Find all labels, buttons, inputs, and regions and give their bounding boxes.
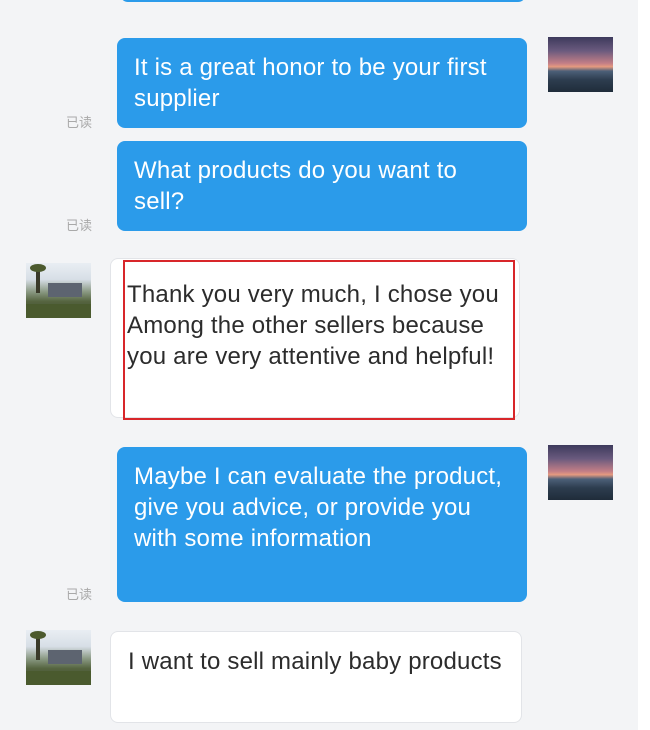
- highlight-annotation-box: [123, 260, 515, 420]
- chat-conversation[interactable]: It is a great honor to be your first sup…: [0, 0, 650, 730]
- self-avatar-icon[interactable]: [548, 37, 613, 92]
- read-status-label: 已读: [66, 115, 93, 130]
- ground-shape: [26, 671, 91, 685]
- self-avatar-icon[interactable]: [548, 445, 613, 500]
- scrollbar-track: [638, 0, 650, 730]
- message-bubble-outgoing[interactable]: Maybe I can evaluate the product, give y…: [117, 447, 527, 602]
- message-text: I want to sell mainly baby products: [128, 648, 502, 675]
- message-text: It is a great honor to be your first sup…: [134, 54, 487, 112]
- message-bubble-outgoing[interactable]: What products do you want to sell?: [117, 141, 527, 231]
- building-shape: [48, 283, 82, 297]
- tree-shape: [30, 631, 46, 660]
- previous-message-bubble[interactable]: [120, 0, 526, 2]
- read-status-label: 已读: [66, 587, 93, 602]
- read-status-label: 已读: [66, 218, 93, 233]
- tree-shape: [30, 264, 46, 293]
- building-shape: [48, 650, 82, 664]
- contact-avatar-icon[interactable]: [26, 630, 91, 685]
- message-text: What products do you want to sell?: [134, 157, 458, 215]
- ground-shape: [26, 304, 91, 318]
- contact-avatar-icon[interactable]: [26, 263, 91, 318]
- message-text: Maybe I can evaluate the product, give y…: [134, 463, 503, 552]
- message-bubble-outgoing[interactable]: It is a great honor to be your first sup…: [117, 38, 527, 128]
- message-bubble-incoming[interactable]: I want to sell mainly baby products: [110, 631, 522, 723]
